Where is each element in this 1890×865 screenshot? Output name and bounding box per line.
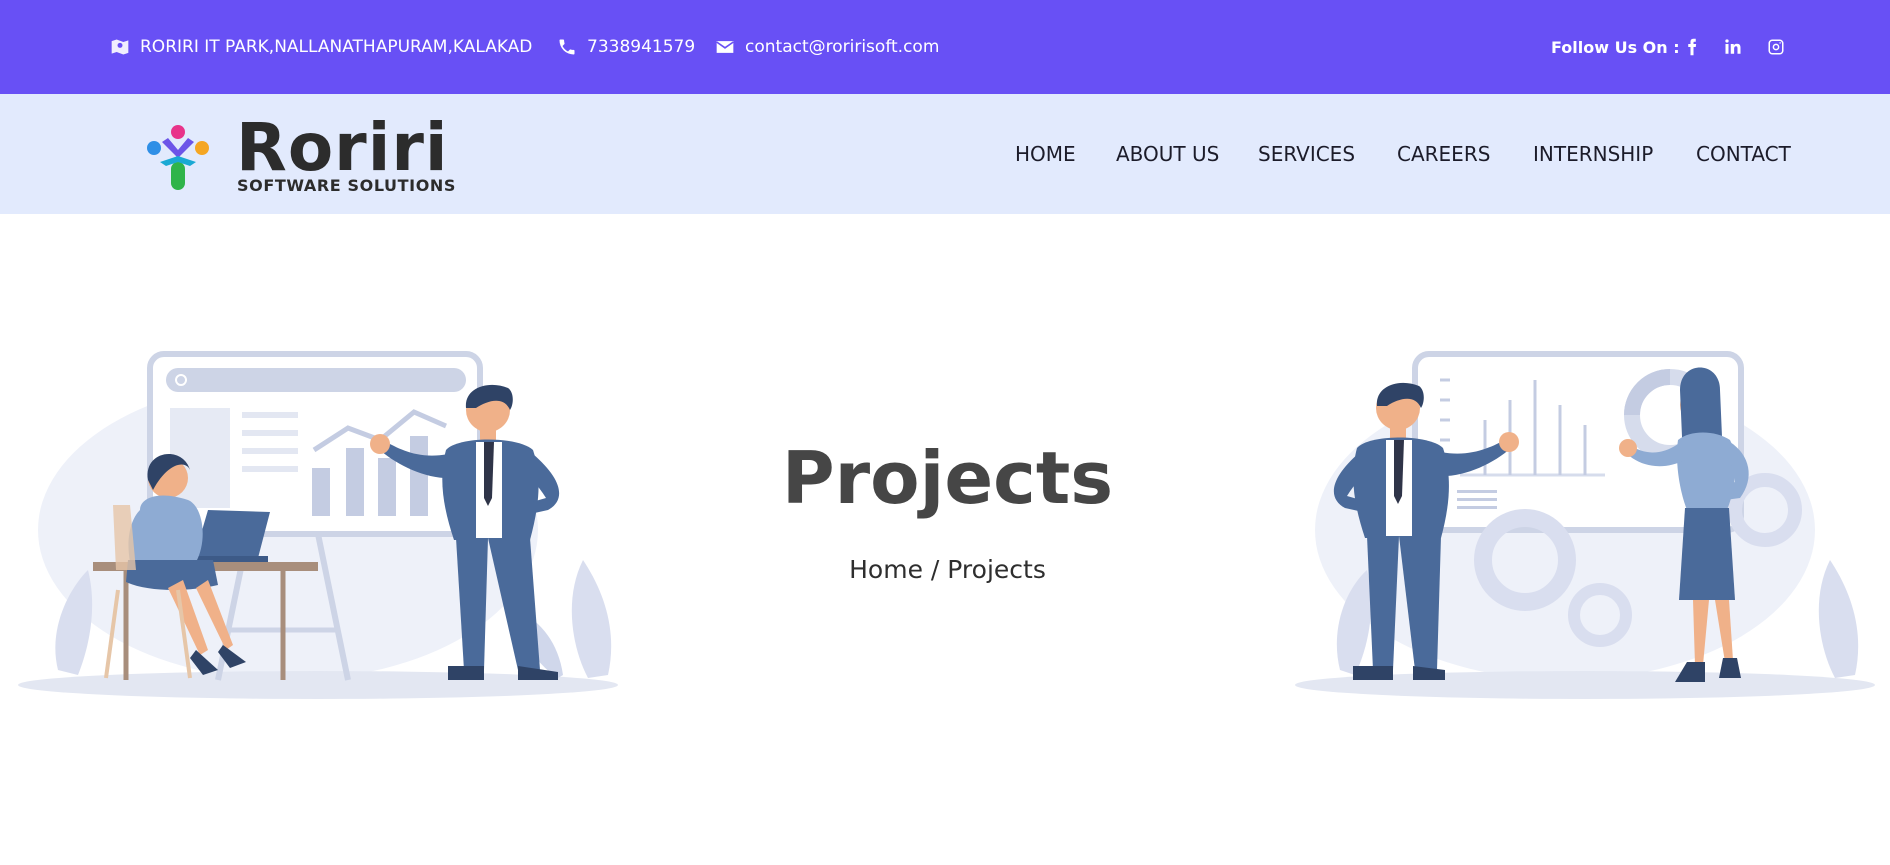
presentation-illustration-right: [1295, 351, 1875, 699]
address-text: RORIRI IT PARK,NALLANATHAPURAM,KALAKAD: [140, 37, 533, 57]
phone-info[interactable]: 7338941579: [557, 0, 695, 94]
breadcrumb-home-link[interactable]: Home: [849, 555, 923, 584]
nav-about-us[interactable]: ABOUT US: [1116, 94, 1219, 214]
phone-text: 7338941579: [587, 37, 696, 57]
envelope-icon: [716, 41, 734, 53]
map-icon: [111, 39, 129, 55]
email-info[interactable]: contact@roririsoft.com: [715, 0, 939, 94]
linkedin-icon: [1725, 39, 1741, 54]
company-logo[interactable]: Roriri SOFTWARE SOLUTIONS: [140, 109, 455, 200]
nav-contact[interactable]: CONTACT: [1696, 94, 1791, 214]
page-title: Projects: [781, 436, 1114, 520]
nav-internship[interactable]: INTERNSHIP: [1533, 94, 1653, 214]
breadcrumb: Home / Projects: [700, 555, 1195, 584]
logo-mark-icon: [147, 125, 209, 190]
instagram-icon: [1768, 39, 1784, 55]
facebook-link[interactable]: [1681, 36, 1703, 58]
phone-icon: [559, 39, 575, 55]
facebook-icon: [1688, 38, 1697, 56]
instagram-link[interactable]: [1765, 36, 1787, 58]
breadcrumb-current: Projects: [947, 555, 1046, 584]
nav-home[interactable]: HOME: [1015, 94, 1076, 214]
email-text: contact@roririsoft.com: [745, 37, 940, 57]
nav-services[interactable]: SERVICES: [1258, 94, 1355, 214]
breadcrumb-separator: /: [930, 555, 940, 584]
presentation-illustration-left: [18, 351, 618, 699]
linkedin-link[interactable]: [1722, 36, 1744, 58]
address-info: RORIRI IT PARK,NALLANATHAPURAM,KALAKAD: [110, 0, 532, 94]
nav-careers[interactable]: CAREERS: [1397, 94, 1490, 214]
follow-label: Follow Us On :: [1551, 37, 1680, 57]
logo-tagline: SOFTWARE SOLUTIONS: [237, 176, 457, 195]
